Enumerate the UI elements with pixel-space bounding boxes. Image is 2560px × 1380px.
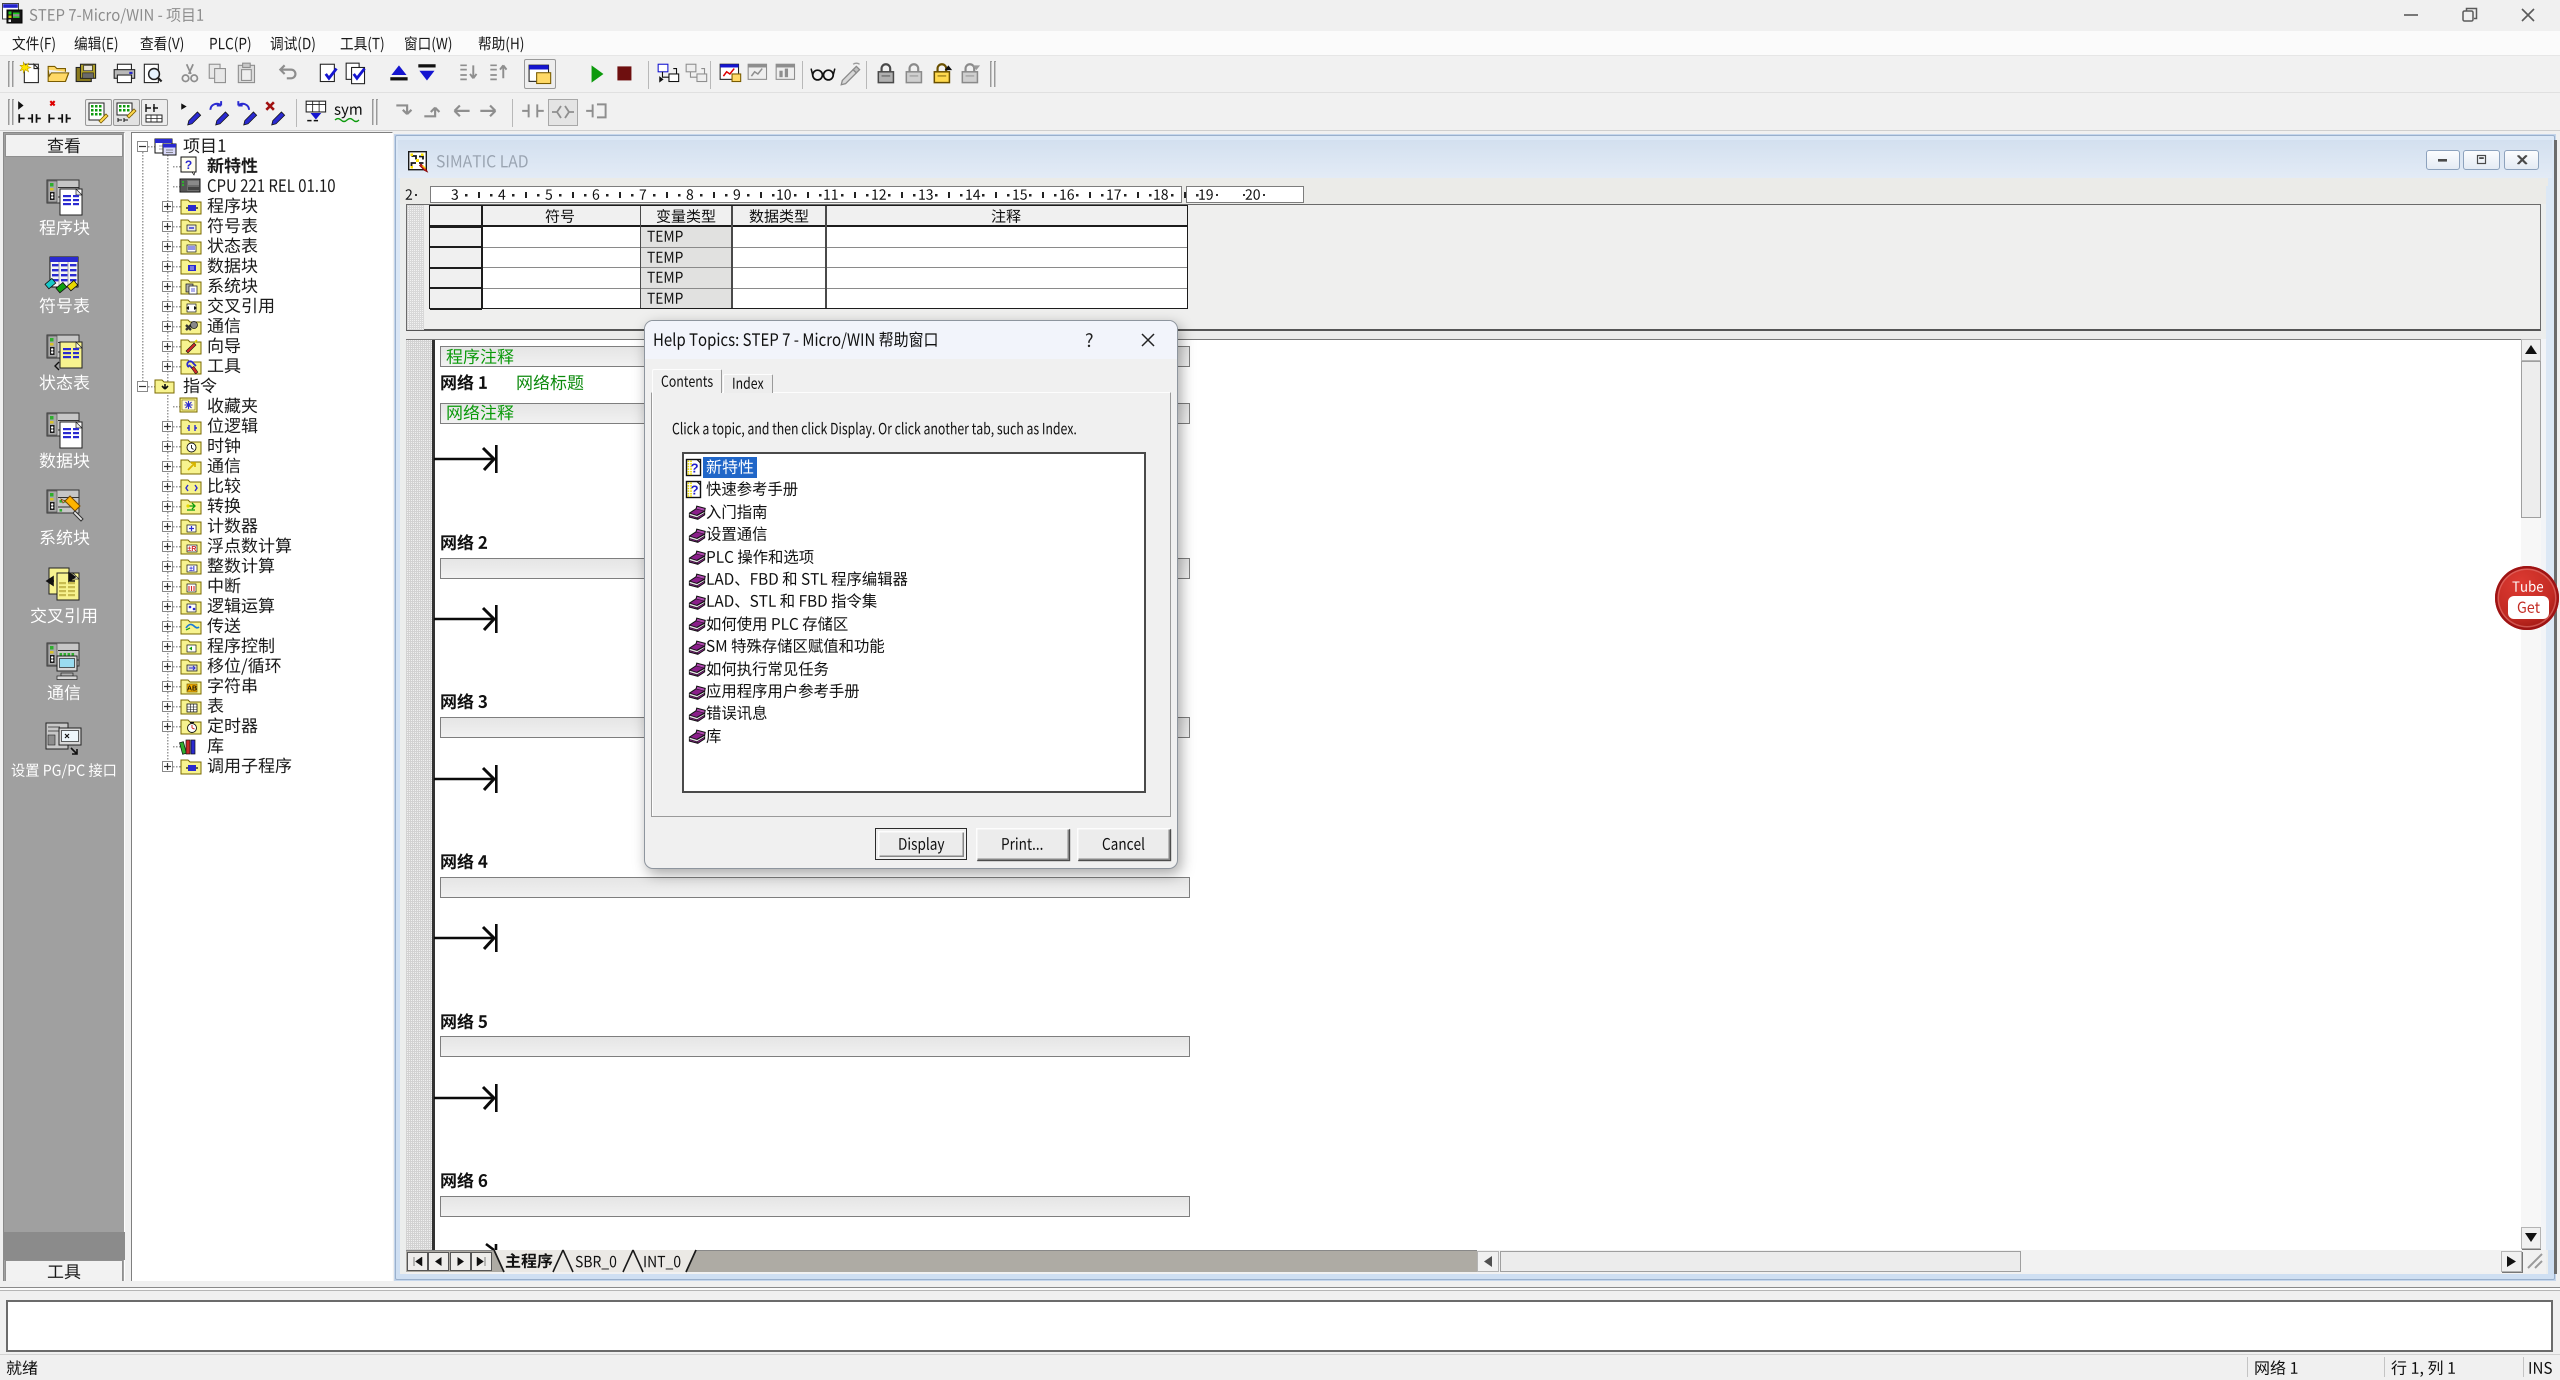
svg-text:AB: AB <box>187 686 197 693</box>
svg-text:?: ? <box>185 158 192 172</box>
svg-text:±R: ±R <box>188 546 197 553</box>
svg-text:±I: ±I <box>189 566 195 573</box>
svg-text:?: ? <box>691 482 699 497</box>
svg-text:?: ? <box>691 460 699 475</box>
